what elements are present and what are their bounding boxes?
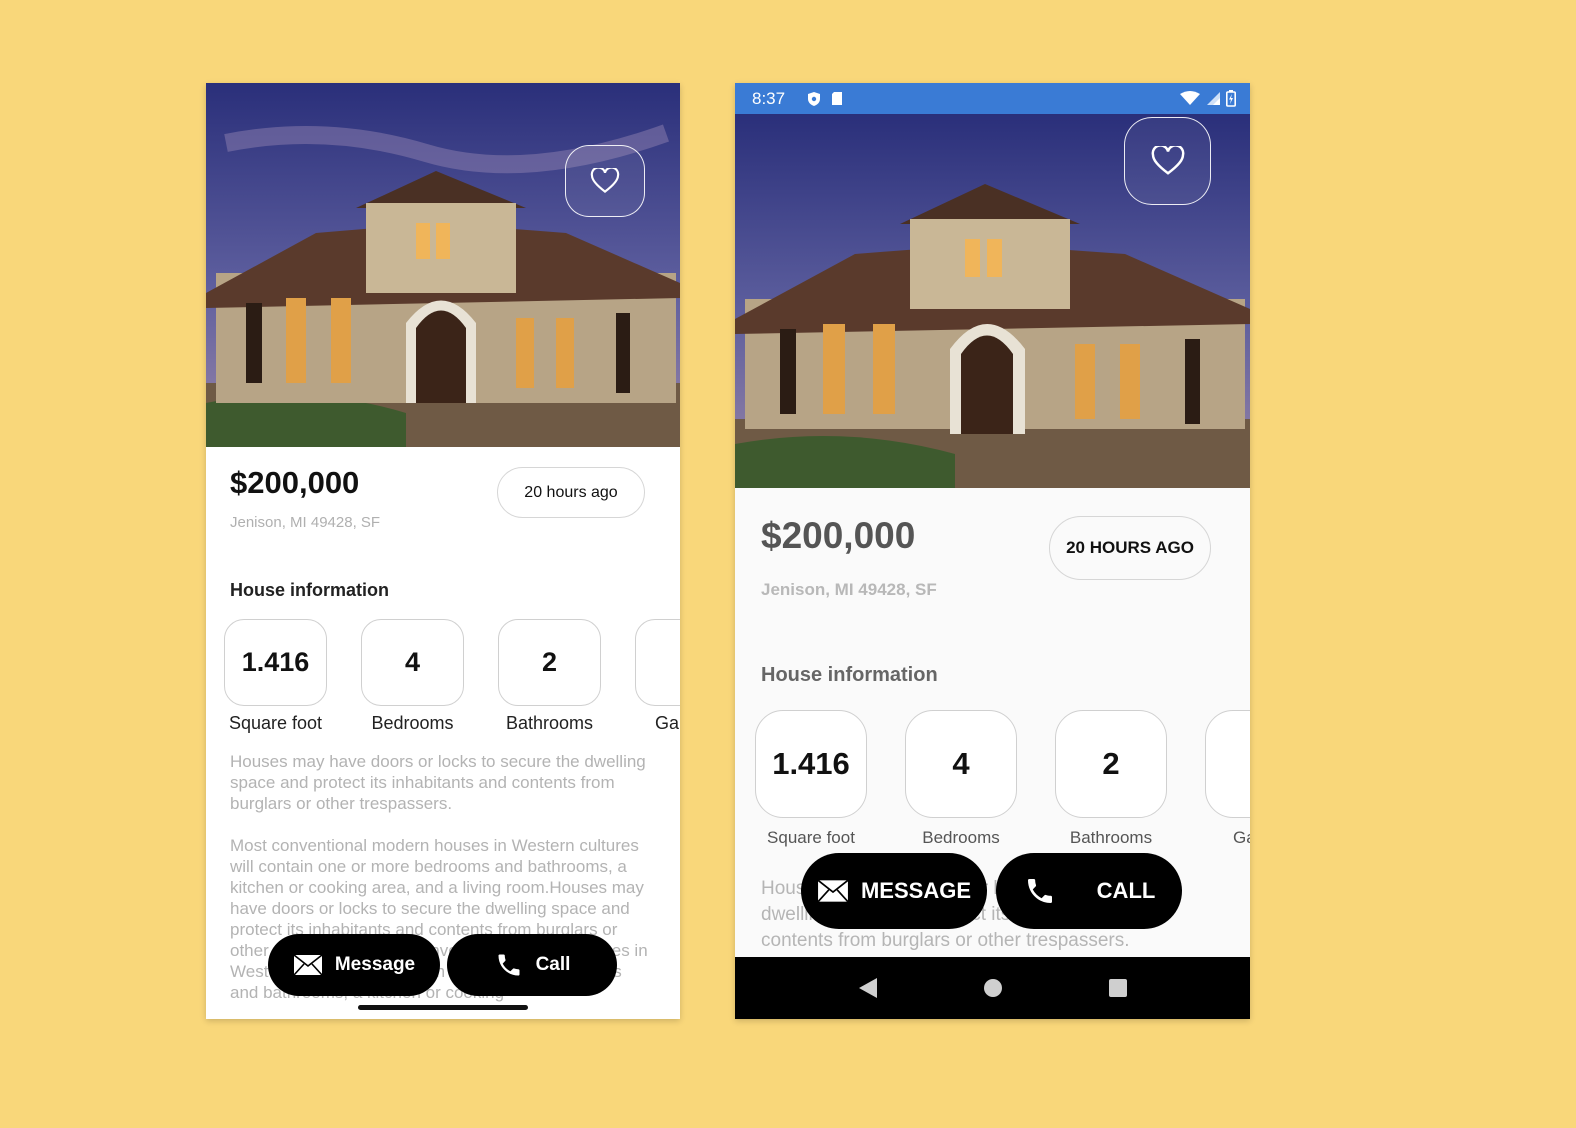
message-button[interactable]: MESSAGE xyxy=(801,853,987,929)
call-button-label: CALL xyxy=(1096,878,1156,903)
message-button-label: Message xyxy=(334,954,416,975)
call-button[interactable]: CALL xyxy=(996,853,1182,929)
sd-card-icon xyxy=(832,92,843,105)
price: $200,000 xyxy=(761,515,916,556)
stat-label: Bedrooms xyxy=(371,713,454,733)
shield-icon xyxy=(808,91,821,106)
envelope-icon xyxy=(293,954,323,976)
house-photo xyxy=(206,83,680,447)
favorite-button[interactable] xyxy=(565,145,645,217)
stat-label: Ga xyxy=(655,713,680,733)
stat-bathrooms: 2 Bathrooms xyxy=(1055,710,1167,848)
stat-value: 4 xyxy=(952,746,970,781)
description-paragraph: Houses may have doors or locks to secure… xyxy=(230,752,646,813)
stat-square-foot: 1.416 Square foot xyxy=(224,619,327,734)
stat-value-box: 2 xyxy=(1055,710,1167,818)
stat-value-box: 1.416 xyxy=(224,619,327,706)
call-button-label: Call xyxy=(535,954,571,975)
posted-time-badge: 20 HOURS AGO xyxy=(1049,516,1211,580)
stat-label: Ga xyxy=(1233,828,1250,847)
stat-value-box: 4 xyxy=(361,619,464,706)
stat-value: 2 xyxy=(1102,746,1120,781)
signal-icon xyxy=(1207,92,1220,105)
section-title: House information xyxy=(230,580,390,600)
phone-icon xyxy=(1027,879,1052,903)
square-recents-icon[interactable] xyxy=(1108,978,1128,998)
favorite-button[interactable] xyxy=(1124,117,1211,205)
status-time: 8:37 xyxy=(752,88,786,108)
android-listing-screen: 8:37 $200,000 Jenison, MI 49428, SF 20 H… xyxy=(735,83,1250,1019)
posted-time-badge: 20 hours ago xyxy=(497,467,645,518)
phone-icon xyxy=(498,954,520,976)
triangle-back-icon[interactable] xyxy=(858,977,878,999)
stat-value: 2 xyxy=(541,647,558,677)
stat-value: 1.416 xyxy=(241,647,310,677)
price: $200,000 xyxy=(230,465,360,500)
ios-listing-screen: $200,000 Jenison, MI 49428, SF 20 hours … xyxy=(206,83,680,1019)
section-title: House information xyxy=(761,664,938,686)
stat-value: 1.416 xyxy=(772,746,850,781)
stat-value-box xyxy=(635,619,680,706)
wifi-icon xyxy=(1180,91,1200,105)
stat-value-box: 4 xyxy=(905,710,1017,818)
stat-garage: Ga xyxy=(1205,710,1250,848)
stat-garage: Ga xyxy=(635,619,680,734)
stat-value-box: 1.416 xyxy=(755,710,867,818)
stat-bedrooms: 4 Bedrooms xyxy=(361,619,464,734)
stat-value-box: 2 xyxy=(498,619,601,706)
circle-home-icon[interactable] xyxy=(983,978,1003,998)
battery-icon xyxy=(1226,90,1236,107)
stat-label: Bathrooms xyxy=(1069,828,1153,847)
home-indicator[interactable] xyxy=(358,1005,528,1010)
envelope-icon xyxy=(817,879,849,903)
call-button[interactable]: Call xyxy=(447,934,617,996)
stat-bathrooms: 2 Bathrooms xyxy=(498,619,601,734)
stat-square-foot: 1.416 Square foot xyxy=(755,710,867,848)
status-bar: 8:37 xyxy=(735,83,1250,114)
heart-icon xyxy=(1151,146,1184,175)
stat-label: Bathrooms xyxy=(505,713,594,733)
message-button-label: MESSAGE xyxy=(860,878,972,903)
stat-bedrooms: 4 Bedrooms xyxy=(905,710,1017,848)
heart-icon xyxy=(590,168,620,193)
stat-label: Square foot xyxy=(767,828,855,847)
location: Jenison, MI 49428, SF xyxy=(230,514,381,531)
stat-label: Bedrooms xyxy=(922,828,1000,847)
location: Jenison, MI 49428, SF xyxy=(761,580,937,599)
stat-label: Square foot xyxy=(228,713,323,733)
message-button[interactable]: Message xyxy=(268,934,440,996)
stat-value-box xyxy=(1205,710,1250,818)
stat-value: 4 xyxy=(404,647,421,677)
android-nav-bar xyxy=(735,957,1250,1019)
